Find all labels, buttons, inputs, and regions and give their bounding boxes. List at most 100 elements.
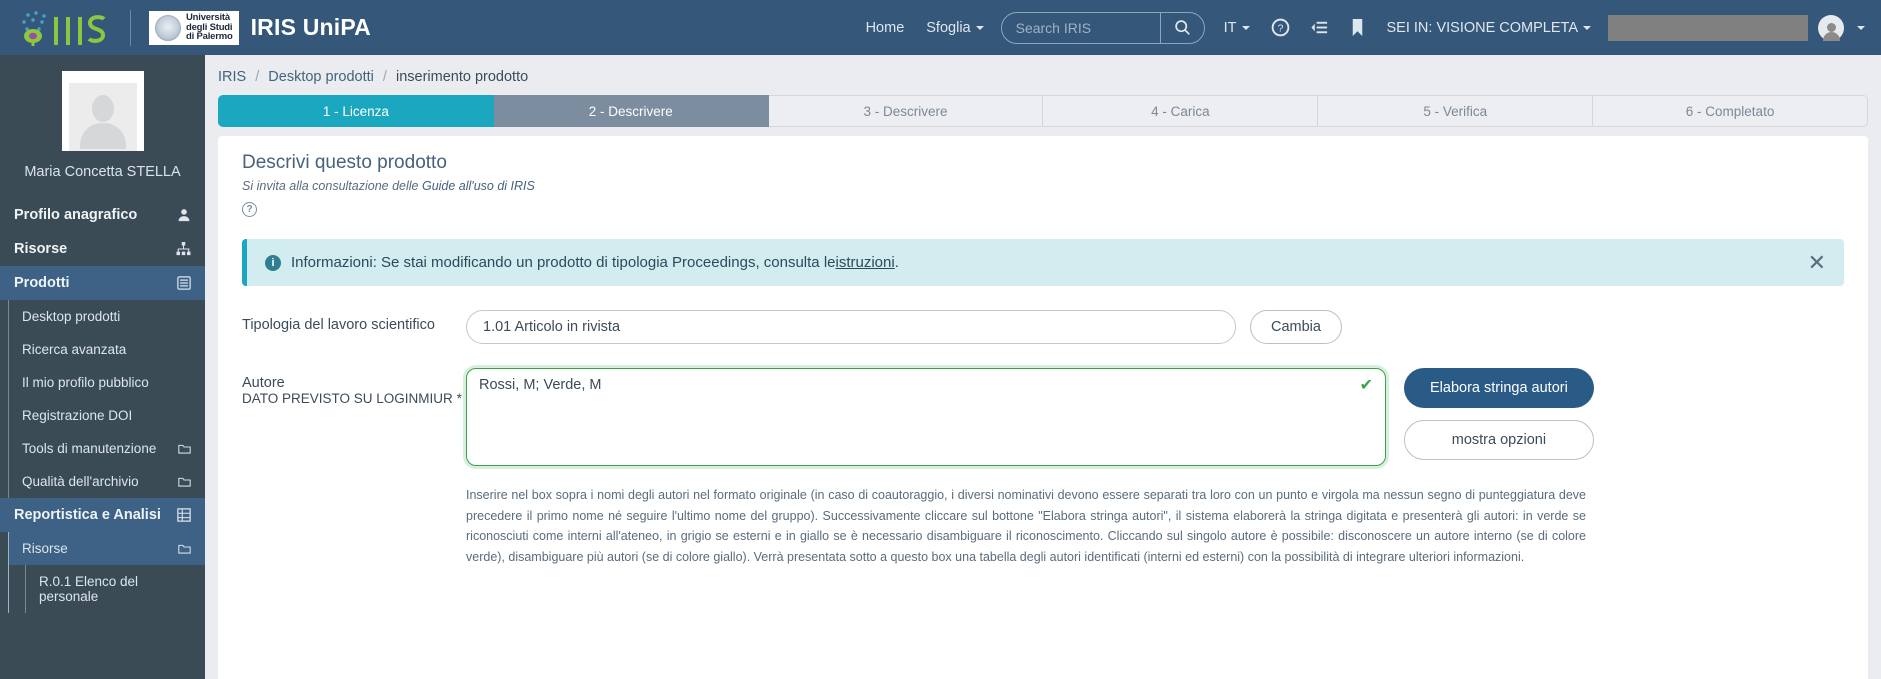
svg-text:?: ? [1277,24,1283,35]
step-tab-6-completato[interactable]: 6 - Completato [1593,95,1868,127]
breadcrumb-item-inserimento-prodotto: inserimento prodotto [395,69,529,85]
sidebar-item-mio-profilo-pubblico[interactable]: Il mio profilo pubblico [9,366,205,399]
close-icon[interactable]: ✕ [1808,251,1826,273]
sidebar-group-prodotti[interactable]: Prodotti [0,266,205,300]
top-header-bar: Università degli Studi di Palermo IRIS U… [0,0,1881,55]
sidebar-item-tools-manutenzione[interactable]: Tools di manutenzione [9,432,205,465]
step-tab-5-verifica[interactable]: 5 - Verifica [1318,95,1594,127]
nav-sfoglia[interactable]: Sfoglia [915,20,994,36]
breadcrumb-item-iris[interactable]: IRIS [218,69,246,85]
alert-text: Informazioni: Se stai modificando un pro… [291,254,836,271]
sidebar-item-label: Tools di manutenzione [22,441,157,456]
iris-logo[interactable] [0,9,128,47]
main-content: IRIS / Desktop prodotti / inserimento pr… [205,55,1881,679]
check-icon: ✔ [1359,377,1373,394]
help-icon[interactable]: ? [242,202,257,217]
tipologia-label: Tipologia del lavoro scientifico [242,317,435,333]
folder-icon [178,443,191,455]
user-photo-placeholder-icon [68,83,137,151]
autore-label: Autore DATO PREVISTO SU LOGINMIUR * [242,368,466,406]
sidebar: Maria Concetta STELLA Profilo anagrafico… [0,55,205,679]
sidebar-submenu-prodotti: Desktop prodotti Ricerca avanzata Il mio… [8,300,205,498]
breadcrumb-separator: / [255,69,260,85]
sidebar-item-registrazione-doi[interactable]: Registrazione DOI [9,399,205,432]
alert-text-after: . [894,254,899,271]
form-row-tipologia: Tipologia del lavoro scientifico 1.01 Ar… [242,310,1844,344]
nav-home[interactable]: Home [855,20,916,36]
breadcrumb-item-desktop-prodotti[interactable]: Desktop prodotti [268,69,374,85]
step-tab-3-descrivere[interactable]: 3 - Descrivere [768,95,1044,127]
unipa-logo[interactable]: Università degli Studi di Palermo [149,10,239,45]
sidebar-item-r01-elenco-personale[interactable]: R.0.1 Elenco del personale [26,565,205,613]
sidebar-item-desktop-prodotti[interactable]: Desktop prodotti [9,300,205,333]
tipologia-value-field[interactable]: 1.01 Articolo in rivista [466,310,1236,344]
page-title: Descrivi questo prodotto [242,152,447,173]
autore-sublabel-text: DATO PREVISTO SU LOGINMIUR [242,391,453,406]
list-icon [177,276,191,290]
autore-hint-text: Inserire nel box sopra i nomi degli auto… [466,488,1586,564]
breadcrumb-separator: / [382,69,387,85]
chevron-down-icon [1583,25,1591,30]
brand-title: IRIS UniPA [250,14,371,40]
istruzioni-link[interactable]: istruzioni [836,254,895,271]
autore-sublabel: DATO PREVISTO SU LOGINMIUR * [242,391,466,406]
nav-sfoglia-label: Sfoglia [926,19,971,36]
chevron-down-icon [1241,25,1250,30]
sidebar-item-ricerca-avanzata[interactable]: Ricerca avanzata [9,333,205,366]
avatar[interactable] [1818,14,1844,41]
info-icon: i [265,254,281,271]
page-subtitle: Si invita alla consultazione delle Guide… [242,179,1844,193]
view-mode-selector[interactable]: SEI IN: VISIONE COMPLETA [1376,20,1603,36]
sidebar-item-label: Risorse [22,541,68,556]
breadcrumb: IRIS / Desktop prodotti / inserimento pr… [205,55,1881,95]
unipa-seal-icon [155,14,181,41]
sidebar-item-label: Ricerca avanzata [22,342,127,357]
sidebar-group-label: Profilo anagrafico [14,207,138,223]
step-wizard-tabs: 1 - Licenza 2 - Descrivere 3 - Descriver… [218,95,1868,127]
subtitle-text: Si invita alla consultazione delle [242,179,422,193]
sidebar-item-risorse-report[interactable]: Risorse [9,532,205,565]
guide-link[interactable]: Guide all'uso di IRIS [422,179,535,193]
folder-icon [178,476,191,488]
form-row-autore: Autore DATO PREVISTO SU LOGINMIUR * ✔ El… [242,368,1844,471]
elabora-stringa-autori-button[interactable]: Elabora stringa autori [1404,368,1594,408]
step-tab-2-descrivere[interactable]: 2 - Descrivere [493,95,769,127]
user-name-redacted [1608,14,1808,41]
sidebar-group-label: Reportistica e Analisi [14,507,161,523]
user-menu-chevron[interactable] [1844,25,1871,30]
mostra-opzioni-button[interactable]: mostra opzioni [1404,420,1594,460]
step-tab-4-carica[interactable]: 4 - Carica [1043,95,1319,127]
language-selector[interactable]: IT [1213,20,1261,36]
bookmark-icon[interactable] [1339,18,1376,37]
sidebar-item-label: Desktop prodotti [22,309,121,324]
search-input[interactable] [1001,12,1160,43]
sidebar-item-label: Il mio profilo pubblico [22,375,149,390]
language-label: IT [1223,19,1237,36]
avatar-head-icon [1826,22,1836,32]
chevron-down-icon [975,25,984,30]
sidebar-group-reportistica-analisi[interactable]: Reportistica e Analisi [0,498,205,532]
list-indent-icon[interactable] [1300,18,1339,37]
info-alert-banner: i Informazioni: Se stai modificando un p… [242,239,1844,286]
search-button[interactable] [1159,12,1204,43]
sidebar-group-profilo-anagrafico[interactable]: Profilo anagrafico [0,198,205,232]
cambia-button[interactable]: Cambia [1250,310,1342,344]
sidebar-group-label: Prodotti [14,275,70,291]
header-nav: Home Sfoglia IT ? SEI IN: VISIONE COMPLE… [855,0,1881,55]
sidebar-user-name: Maria Concetta STELLA [24,164,181,180]
sidebar-submenu-reportistica: Risorse R.0.1 Elenco del personale [8,532,205,613]
form-panel: Descrivi questo prodotto Si invita alla … [218,136,1868,679]
search-box[interactable] [1000,11,1205,44]
autore-textarea[interactable] [466,368,1386,466]
sidebar-item-qualita-archivio[interactable]: Qualità dell'archivio [9,465,205,498]
required-asterisk: * [456,391,462,406]
step-tab-1-licenza[interactable]: 1 - Licenza [218,95,494,127]
sidebar-profile-photo [61,71,144,151]
help-icon[interactable]: ? [1261,18,1300,37]
autore-label-text: Autore [242,375,285,391]
sidebar-item-label: R.0.1 Elenco del personale [39,574,139,604]
sidebar-item-label: Registrazione DOI [22,408,133,423]
folder-icon [178,543,191,555]
sidebar-group-risorse[interactable]: Risorse [0,232,205,266]
autore-textarea-wrapper: ✔ [466,368,1386,471]
